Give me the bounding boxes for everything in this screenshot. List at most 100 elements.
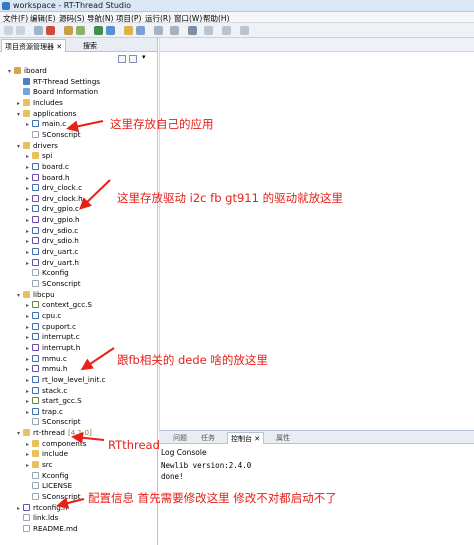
tree-item[interactable]: ▾ drivers bbox=[17, 141, 58, 151]
debug-icon[interactable] bbox=[94, 26, 103, 35]
tree-item[interactable]: SConscript bbox=[26, 492, 81, 502]
c-file-icon bbox=[32, 407, 39, 415]
pin-icon[interactable] bbox=[188, 26, 197, 35]
tree-item-label: include bbox=[42, 449, 69, 459]
tree-item-label: board.h bbox=[42, 172, 70, 182]
tree-item-label: SConscript bbox=[42, 279, 81, 288]
tree-item[interactable]: ▸ rt_low_level_init.c bbox=[26, 375, 106, 385]
tree-item[interactable]: ▸ board.h bbox=[26, 173, 70, 183]
tree-item[interactable]: ▸ drv_uart.c bbox=[26, 247, 78, 257]
h-file-icon bbox=[32, 258, 39, 266]
tab-tasks[interactable]: 任务 bbox=[201, 433, 215, 443]
folder-icon bbox=[23, 429, 30, 437]
settings-icon[interactable] bbox=[170, 26, 179, 35]
c-file-icon bbox=[32, 375, 39, 383]
tree-item[interactable]: ▸ cpu.c bbox=[26, 311, 61, 321]
view-menu-icon[interactable]: ▾ bbox=[142, 53, 150, 61]
tree-item[interactable]: ▸ mmu.h bbox=[26, 364, 67, 374]
tree-item[interactable]: ▸ src bbox=[26, 460, 53, 470]
folder-icon bbox=[23, 109, 30, 117]
c-file-icon bbox=[32, 386, 39, 394]
search-icon[interactable] bbox=[136, 26, 145, 35]
tree-item[interactable]: README.md bbox=[17, 524, 78, 534]
tab-console[interactable]: 控制台 ✕ bbox=[227, 432, 265, 444]
tree-item[interactable]: ▸ start_gcc.S bbox=[26, 396, 82, 406]
tree-item[interactable]: ▸ Includes bbox=[17, 98, 63, 108]
tab-properties[interactable]: 属性 bbox=[276, 433, 290, 443]
tree-item[interactable]: ▸ cpuport.c bbox=[26, 322, 76, 332]
tree-item-label: mmu.h bbox=[42, 364, 68, 374]
rebuild-icon[interactable] bbox=[46, 26, 55, 35]
tree-item[interactable]: ▸ interrupt.h bbox=[26, 343, 80, 353]
tree-item[interactable]: ▾ iboard bbox=[8, 66, 47, 76]
file-icon bbox=[32, 280, 39, 287]
tree-item[interactable]: ▸ components bbox=[26, 439, 86, 449]
back-icon[interactable] bbox=[222, 26, 231, 35]
c-file-icon bbox=[32, 333, 39, 341]
tree-item[interactable]: ▸ mmu.c bbox=[26, 354, 67, 364]
tree-item[interactable]: ▸ drv_gpio.h bbox=[26, 215, 80, 225]
tree-item[interactable]: ▸ drv_sdio.h bbox=[26, 236, 79, 246]
tree-item[interactable]: SConscript bbox=[26, 417, 81, 427]
tree-item[interactable]: Board Information bbox=[17, 87, 98, 97]
tree-item-label: interrupt.h bbox=[42, 342, 81, 352]
tree-item[interactable]: ▸ include bbox=[26, 449, 68, 459]
asm-file-icon bbox=[32, 301, 39, 309]
tree-item[interactable]: Kconfig bbox=[26, 268, 69, 278]
tree-item[interactable]: ▸ drv_gpio.c bbox=[26, 204, 79, 214]
file-icon bbox=[32, 418, 39, 426]
editor-area bbox=[159, 38, 474, 430]
folder-icon bbox=[23, 141, 30, 149]
tree-item[interactable]: ▸ drv_clock.h bbox=[26, 194, 83, 204]
tab-problems[interactable]: 问题 bbox=[173, 433, 187, 443]
tab-project-explorer[interactable]: 项目资源管理器 ✕ bbox=[1, 39, 67, 52]
tree-item-label: start_gcc.S bbox=[42, 396, 82, 406]
tree-item[interactable]: ▸ context_gcc.S bbox=[26, 300, 92, 310]
h-file-icon bbox=[32, 216, 39, 224]
new-icon[interactable] bbox=[4, 26, 13, 35]
tree-item[interactable]: ▸ main.c bbox=[26, 119, 66, 129]
tree-item[interactable]: SConscript bbox=[26, 279, 81, 289]
folder-open-icon[interactable] bbox=[124, 26, 133, 35]
tree-item-label: cpuport.c bbox=[42, 321, 77, 331]
file-icon bbox=[32, 471, 39, 479]
h-file-icon bbox=[32, 365, 39, 373]
collapse-all-icon[interactable] bbox=[118, 55, 126, 63]
wrench-icon[interactable] bbox=[64, 26, 73, 35]
tree-item[interactable]: link.lds bbox=[17, 513, 58, 523]
tree-item[interactable]: Kconfig bbox=[26, 471, 69, 481]
download-icon[interactable] bbox=[76, 26, 85, 35]
layers-icon[interactable] bbox=[204, 26, 213, 35]
tree-item[interactable]: ▾ rt-thread [4.1.0] bbox=[17, 428, 92, 438]
tree-item[interactable]: ▸ spi bbox=[26, 151, 52, 161]
tree-item[interactable]: RT-Thread Settings bbox=[17, 77, 100, 87]
build-icon[interactable] bbox=[34, 26, 43, 35]
tree-item[interactable]: SConscript bbox=[26, 130, 81, 140]
tree-item[interactable]: ▸ rtconfig.h bbox=[17, 503, 68, 513]
tree-item[interactable]: ▸ drv_sdio.c bbox=[26, 226, 78, 236]
save-icon[interactable] bbox=[16, 26, 25, 35]
link-editor-icon[interactable] bbox=[129, 55, 137, 63]
tree-item[interactable]: ▸ board.c bbox=[26, 162, 69, 172]
tree-item[interactable]: ▾ applications bbox=[17, 109, 76, 119]
tree-item-label: rt_low_level_init.c bbox=[42, 374, 106, 384]
tree-item[interactable]: ▸ interrupt.c bbox=[26, 332, 80, 342]
console-title: Log Console bbox=[161, 448, 207, 457]
terminal-icon[interactable] bbox=[106, 26, 115, 35]
tree-item[interactable]: ▸ drv_clock.c bbox=[26, 183, 82, 193]
folder-icon bbox=[32, 461, 39, 469]
tree-item[interactable]: LICENSE bbox=[26, 481, 72, 491]
toolbar bbox=[0, 23, 474, 38]
tree-item[interactable]: ▸ drv_uart.h bbox=[26, 258, 79, 268]
file-icon bbox=[32, 130, 39, 138]
tree-item-label: drv_sdio.c bbox=[42, 225, 79, 235]
editor-tab-strip bbox=[160, 38, 474, 52]
tree-item[interactable]: ▾ libcpu bbox=[17, 290, 55, 300]
forward-icon[interactable] bbox=[240, 26, 249, 35]
tab-search[interactable]: 搜索 bbox=[80, 39, 100, 52]
tree-item[interactable]: ▸ trap.c bbox=[26, 407, 63, 417]
tree-item[interactable]: ▸ stack.c bbox=[26, 386, 67, 396]
sdk-manager-icon[interactable] bbox=[154, 26, 163, 35]
version-badge: [4.1.0] bbox=[67, 428, 92, 438]
console-line: Newlib version:2.4.0 bbox=[161, 461, 252, 470]
